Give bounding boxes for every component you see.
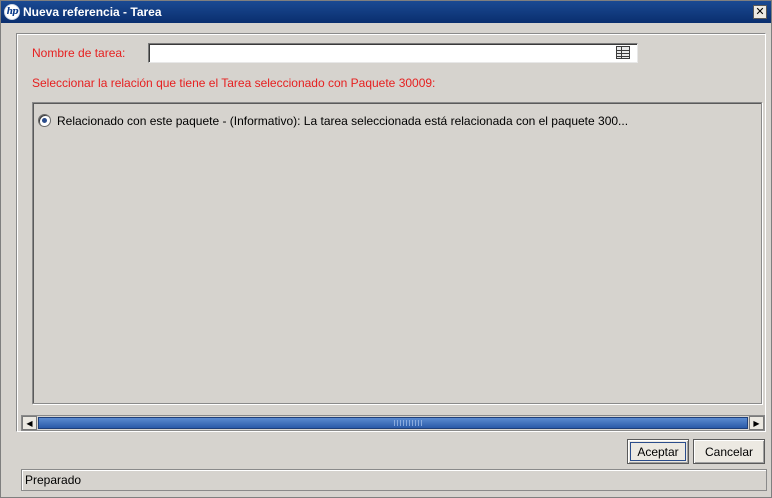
scroll-right-button[interactable]: ▶ (749, 416, 764, 430)
window-title: Nueva referencia - Tarea (23, 5, 162, 19)
close-icon: ✕ (755, 6, 765, 18)
accept-button[interactable]: Aceptar (627, 439, 689, 464)
title-bar[interactable]: hp Nueva referencia - Tarea ✕ (1, 1, 771, 23)
arrow-left-icon: ◀ (26, 418, 33, 428)
hp-logo-icon: hp (4, 4, 20, 20)
cancel-button[interactable]: Cancelar (693, 439, 765, 464)
task-name-input[interactable] (148, 43, 638, 63)
table-lookup-icon[interactable] (616, 46, 630, 59)
scroll-left-button[interactable]: ◀ (22, 416, 37, 430)
arrow-right-icon: ▶ (753, 418, 760, 428)
grip-icon (394, 420, 424, 426)
task-name-label: Nombre de tarea: (32, 46, 126, 60)
close-button[interactable]: ✕ (753, 5, 767, 19)
scroll-thumb[interactable] (38, 417, 748, 429)
relation-option-radio[interactable] (38, 114, 51, 127)
horizontal-scrollbar[interactable]: ◀ ▶ (21, 415, 765, 431)
dialog-window: hp Nueva referencia - Tarea ✕ Nombre de … (0, 0, 772, 498)
status-text: Preparado (25, 473, 82, 487)
relation-options-panel (32, 102, 762, 404)
relation-option-label[interactable]: Relacionado con este paquete - (Informat… (57, 114, 628, 128)
status-bar: Preparado (21, 469, 767, 491)
relation-instruction: Seleccionar la relación que tiene el Tar… (32, 76, 436, 90)
